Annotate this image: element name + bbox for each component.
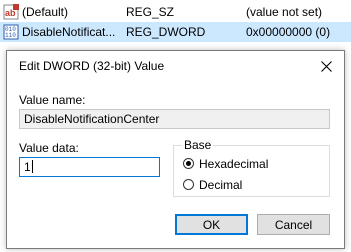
- decimal-radio[interactable]: Decimal: [183, 178, 323, 194]
- value-data-text: 1: [24, 160, 31, 174]
- registry-row-name: (Default): [22, 5, 69, 19]
- hexadecimal-radio[interactable]: Hexadecimal: [183, 157, 323, 173]
- text-caret: [31, 160, 33, 173]
- cancel-button[interactable]: Cancel: [257, 214, 330, 235]
- registry-row-type: REG_DWORD: [126, 25, 206, 39]
- registry-row-name: DisableNotificat...: [22, 25, 116, 39]
- dialog-titlebar[interactable]: Edit DWORD (32-bit) Value: [7, 51, 344, 82]
- decimal-radio-label: Decimal: [199, 178, 243, 192]
- radio-unselected-icon: [183, 179, 194, 190]
- hexadecimal-radio-label: Hexadecimal: [199, 157, 269, 171]
- radio-selected-icon: [183, 158, 194, 169]
- dword-value-icon: 010 110: [3, 24, 19, 40]
- value-data-label: Value data:: [19, 141, 79, 155]
- edit-dword-dialog: Edit DWORD (32-bit) Value Value name: Di…: [6, 50, 345, 249]
- registry-value-list: ab (Default) REG_SZ (value not set) 010 …: [0, 0, 351, 44]
- registry-row-default[interactable]: ab (Default) REG_SZ (value not set): [0, 2, 351, 22]
- close-icon: [320, 60, 332, 72]
- value-name-label: Value name:: [19, 93, 86, 107]
- dialog-title: Edit DWORD (32-bit) Value: [19, 59, 165, 73]
- registry-row-disablenotificationcenter[interactable]: 010 110 DisableNotificat... REG_DWORD 0x…: [0, 22, 351, 42]
- registry-row-type: REG_SZ: [126, 5, 175, 19]
- base-group-title: Base: [182, 138, 214, 152]
- ok-button[interactable]: OK: [175, 214, 248, 235]
- value-data-input[interactable]: 1: [19, 157, 160, 177]
- close-button[interactable]: [312, 53, 340, 79]
- string-value-icon: ab: [3, 4, 19, 20]
- value-name-field: DisableNotificationCenter: [19, 109, 330, 129]
- registry-row-data: (value not set): [246, 5, 323, 19]
- svg-text:110: 110: [5, 32, 16, 39]
- registry-row-data: 0x00000000 (0): [246, 25, 331, 39]
